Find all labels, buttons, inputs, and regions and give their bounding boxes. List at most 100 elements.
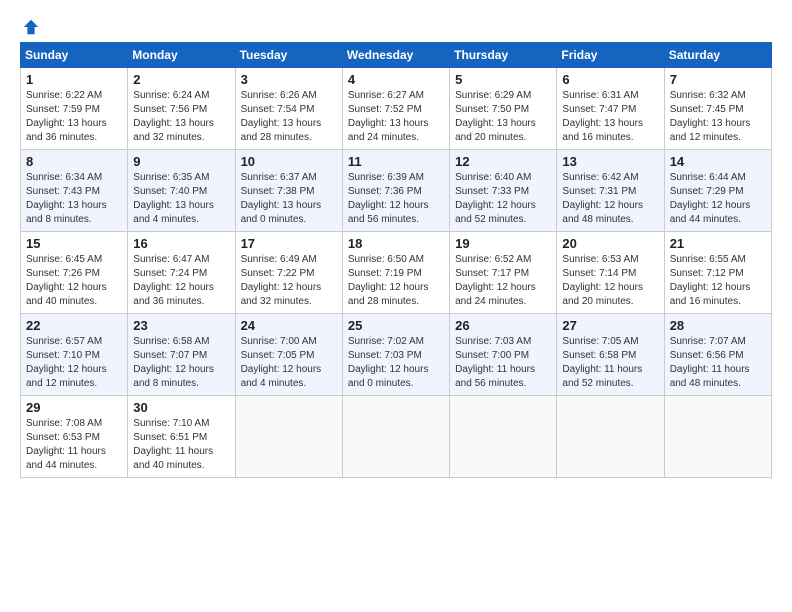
calendar-cell: [664, 396, 771, 478]
day-info: Sunrise: 6:45 AMSunset: 7:26 PMDaylight:…: [26, 254, 107, 307]
calendar-cell: 6 Sunrise: 6:31 AMSunset: 7:47 PMDayligh…: [557, 68, 664, 150]
calendar-week-row: 22 Sunrise: 6:57 AMSunset: 7:10 PMDaylig…: [21, 314, 772, 396]
logo-icon: [22, 18, 40, 36]
calendar-cell: 17 Sunrise: 6:49 AMSunset: 7:22 PMDaylig…: [235, 232, 342, 314]
day-info: Sunrise: 6:32 AMSunset: 7:45 PMDaylight:…: [670, 90, 751, 143]
day-number: 18: [348, 236, 444, 251]
page: SundayMondayTuesdayWednesdayThursdayFrid…: [0, 0, 792, 612]
calendar-cell: 11 Sunrise: 6:39 AMSunset: 7:36 PMDaylig…: [342, 150, 449, 232]
calendar-day-header: Tuesday: [235, 43, 342, 68]
day-number: 15: [26, 236, 122, 251]
calendar-cell: 26 Sunrise: 7:03 AMSunset: 7:00 PMDaylig…: [450, 314, 557, 396]
day-number: 24: [241, 318, 337, 333]
calendar-cell: 24 Sunrise: 7:00 AMSunset: 7:05 PMDaylig…: [235, 314, 342, 396]
day-number: 17: [241, 236, 337, 251]
calendar-cell: 4 Sunrise: 6:27 AMSunset: 7:52 PMDayligh…: [342, 68, 449, 150]
day-number: 27: [562, 318, 658, 333]
calendar-cell: 28 Sunrise: 7:07 AMSunset: 6:56 PMDaylig…: [664, 314, 771, 396]
calendar-cell: 19 Sunrise: 6:52 AMSunset: 7:17 PMDaylig…: [450, 232, 557, 314]
day-info: Sunrise: 6:31 AMSunset: 7:47 PMDaylight:…: [562, 90, 643, 143]
calendar-cell: 12 Sunrise: 6:40 AMSunset: 7:33 PMDaylig…: [450, 150, 557, 232]
calendar-cell: 21 Sunrise: 6:55 AMSunset: 7:12 PMDaylig…: [664, 232, 771, 314]
day-info: Sunrise: 6:55 AMSunset: 7:12 PMDaylight:…: [670, 254, 751, 307]
calendar-cell: 30 Sunrise: 7:10 AMSunset: 6:51 PMDaylig…: [128, 396, 235, 478]
calendar-cell: 15 Sunrise: 6:45 AMSunset: 7:26 PMDaylig…: [21, 232, 128, 314]
day-info: Sunrise: 7:02 AMSunset: 7:03 PMDaylight:…: [348, 336, 429, 389]
day-number: 5: [455, 72, 551, 87]
calendar-cell: 29 Sunrise: 7:08 AMSunset: 6:53 PMDaylig…: [21, 396, 128, 478]
day-number: 9: [133, 154, 229, 169]
calendar-cell: 27 Sunrise: 7:05 AMSunset: 6:58 PMDaylig…: [557, 314, 664, 396]
calendar-cell: [557, 396, 664, 478]
calendar-cell: 7 Sunrise: 6:32 AMSunset: 7:45 PMDayligh…: [664, 68, 771, 150]
day-info: Sunrise: 6:50 AMSunset: 7:19 PMDaylight:…: [348, 254, 429, 307]
day-number: 13: [562, 154, 658, 169]
day-number: 28: [670, 318, 766, 333]
day-number: 20: [562, 236, 658, 251]
calendar-day-header: Sunday: [21, 43, 128, 68]
calendar-day-header: Saturday: [664, 43, 771, 68]
day-info: Sunrise: 6:52 AMSunset: 7:17 PMDaylight:…: [455, 254, 536, 307]
calendar-header-row: SundayMondayTuesdayWednesdayThursdayFrid…: [21, 43, 772, 68]
day-info: Sunrise: 6:58 AMSunset: 7:07 PMDaylight:…: [133, 336, 214, 389]
day-number: 12: [455, 154, 551, 169]
calendar-cell: [235, 396, 342, 478]
calendar: SundayMondayTuesdayWednesdayThursdayFrid…: [20, 42, 772, 478]
calendar-cell: 5 Sunrise: 6:29 AMSunset: 7:50 PMDayligh…: [450, 68, 557, 150]
calendar-cell: 2 Sunrise: 6:24 AMSunset: 7:56 PMDayligh…: [128, 68, 235, 150]
calendar-day-header: Monday: [128, 43, 235, 68]
day-number: 1: [26, 72, 122, 87]
calendar-cell: 8 Sunrise: 6:34 AMSunset: 7:43 PMDayligh…: [21, 150, 128, 232]
day-info: Sunrise: 6:24 AMSunset: 7:56 PMDaylight:…: [133, 90, 214, 143]
calendar-cell: 13 Sunrise: 6:42 AMSunset: 7:31 PMDaylig…: [557, 150, 664, 232]
day-info: Sunrise: 7:03 AMSunset: 7:00 PMDaylight:…: [455, 336, 535, 389]
day-number: 21: [670, 236, 766, 251]
day-info: Sunrise: 7:08 AMSunset: 6:53 PMDaylight:…: [26, 418, 106, 471]
day-info: Sunrise: 6:29 AMSunset: 7:50 PMDaylight:…: [455, 90, 536, 143]
day-number: 10: [241, 154, 337, 169]
day-number: 11: [348, 154, 444, 169]
calendar-day-header: Wednesday: [342, 43, 449, 68]
day-number: 3: [241, 72, 337, 87]
calendar-week-row: 29 Sunrise: 7:08 AMSunset: 6:53 PMDaylig…: [21, 396, 772, 478]
calendar-cell: [450, 396, 557, 478]
day-number: 23: [133, 318, 229, 333]
day-number: 2: [133, 72, 229, 87]
calendar-cell: 22 Sunrise: 6:57 AMSunset: 7:10 PMDaylig…: [21, 314, 128, 396]
calendar-cell: 1 Sunrise: 6:22 AMSunset: 7:59 PMDayligh…: [21, 68, 128, 150]
calendar-cell: 25 Sunrise: 7:02 AMSunset: 7:03 PMDaylig…: [342, 314, 449, 396]
logo: [20, 18, 40, 32]
day-info: Sunrise: 7:00 AMSunset: 7:05 PMDaylight:…: [241, 336, 322, 389]
calendar-cell: 23 Sunrise: 6:58 AMSunset: 7:07 PMDaylig…: [128, 314, 235, 396]
calendar-day-header: Thursday: [450, 43, 557, 68]
day-info: Sunrise: 6:42 AMSunset: 7:31 PMDaylight:…: [562, 172, 643, 225]
day-info: Sunrise: 6:27 AMSunset: 7:52 PMDaylight:…: [348, 90, 429, 143]
day-info: Sunrise: 6:47 AMSunset: 7:24 PMDaylight:…: [133, 254, 214, 307]
calendar-cell: 10 Sunrise: 6:37 AMSunset: 7:38 PMDaylig…: [235, 150, 342, 232]
day-info: Sunrise: 6:26 AMSunset: 7:54 PMDaylight:…: [241, 90, 322, 143]
calendar-week-row: 8 Sunrise: 6:34 AMSunset: 7:43 PMDayligh…: [21, 150, 772, 232]
day-number: 19: [455, 236, 551, 251]
calendar-cell: 20 Sunrise: 6:53 AMSunset: 7:14 PMDaylig…: [557, 232, 664, 314]
day-info: Sunrise: 6:22 AMSunset: 7:59 PMDaylight:…: [26, 90, 107, 143]
day-info: Sunrise: 6:34 AMSunset: 7:43 PMDaylight:…: [26, 172, 107, 225]
calendar-cell: 9 Sunrise: 6:35 AMSunset: 7:40 PMDayligh…: [128, 150, 235, 232]
header: [20, 18, 772, 32]
day-number: 8: [26, 154, 122, 169]
day-info: Sunrise: 6:44 AMSunset: 7:29 PMDaylight:…: [670, 172, 751, 225]
day-info: Sunrise: 7:05 AMSunset: 6:58 PMDaylight:…: [562, 336, 642, 389]
day-number: 22: [26, 318, 122, 333]
day-info: Sunrise: 6:37 AMSunset: 7:38 PMDaylight:…: [241, 172, 322, 225]
day-number: 16: [133, 236, 229, 251]
day-info: Sunrise: 6:35 AMSunset: 7:40 PMDaylight:…: [133, 172, 214, 225]
calendar-cell: 14 Sunrise: 6:44 AMSunset: 7:29 PMDaylig…: [664, 150, 771, 232]
calendar-week-row: 1 Sunrise: 6:22 AMSunset: 7:59 PMDayligh…: [21, 68, 772, 150]
day-info: Sunrise: 7:10 AMSunset: 6:51 PMDaylight:…: [133, 418, 213, 471]
calendar-day-header: Friday: [557, 43, 664, 68]
calendar-cell: 3 Sunrise: 6:26 AMSunset: 7:54 PMDayligh…: [235, 68, 342, 150]
day-info: Sunrise: 6:40 AMSunset: 7:33 PMDaylight:…: [455, 172, 536, 225]
day-number: 30: [133, 400, 229, 415]
day-info: Sunrise: 6:53 AMSunset: 7:14 PMDaylight:…: [562, 254, 643, 307]
day-info: Sunrise: 6:57 AMSunset: 7:10 PMDaylight:…: [26, 336, 107, 389]
day-info: Sunrise: 6:39 AMSunset: 7:36 PMDaylight:…: [348, 172, 429, 225]
